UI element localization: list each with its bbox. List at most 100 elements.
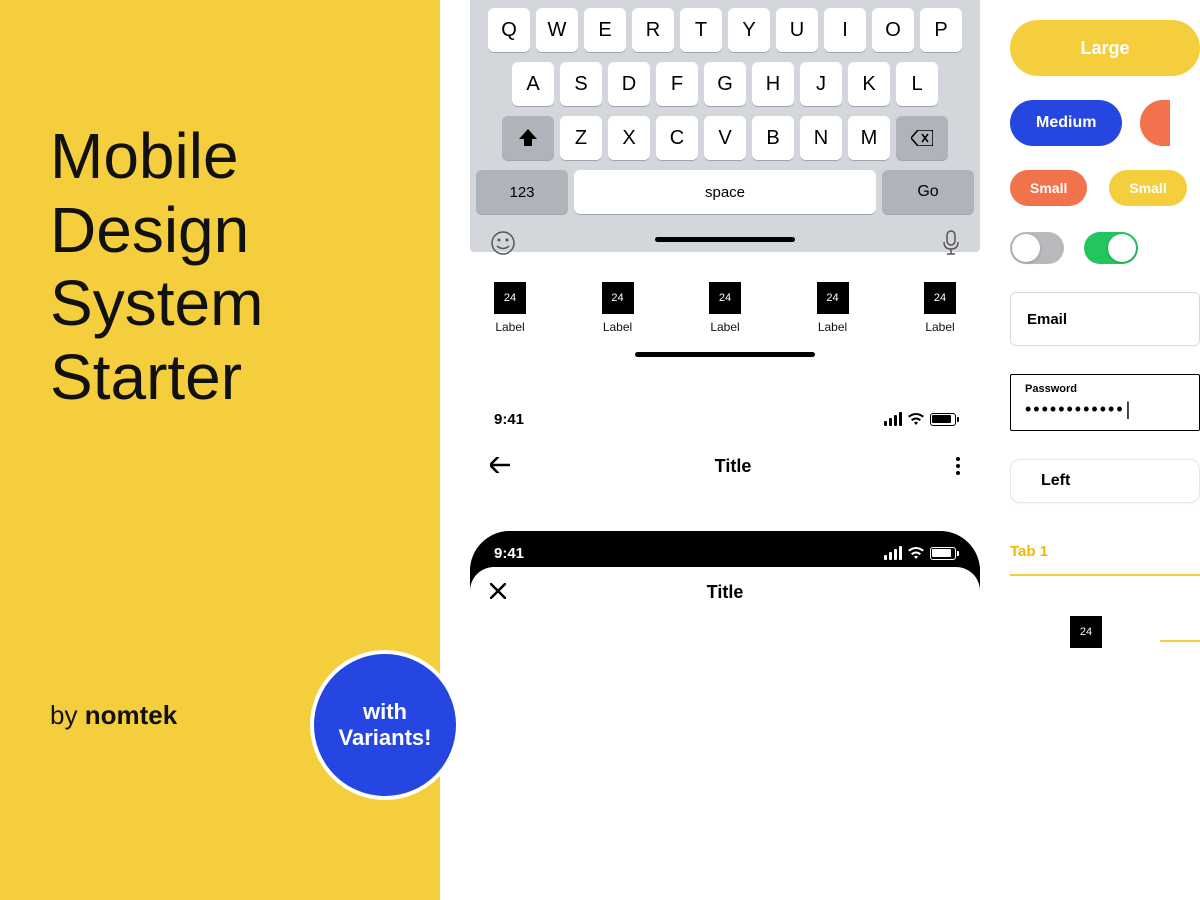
email-field[interactable]: Email <box>1010 292 1200 346</box>
key-e[interactable]: E <box>584 8 626 52</box>
toggle-on[interactable] <box>1084 232 1138 264</box>
tab-active[interactable]: Tab 1 <box>1010 543 1048 568</box>
tab-icon-placeholder: 24 <box>924 282 956 314</box>
input-placeholder: Email <box>1027 311 1067 328</box>
keyboard-row: Z X C V B N M <box>476 116 974 160</box>
home-indicator[interactable] <box>635 352 815 357</box>
home-indicator[interactable] <box>655 237 795 242</box>
status-time: 9:41 <box>494 545 524 562</box>
tab-underline <box>1010 574 1200 576</box>
key-z[interactable]: Z <box>560 116 602 160</box>
tabs: Tab 1 <box>1010 543 1200 568</box>
nav-bar-light: Title <box>470 441 980 491</box>
small-button[interactable]: Small <box>1010 170 1087 206</box>
cellular-icon <box>884 412 902 426</box>
key-b[interactable]: B <box>752 116 794 160</box>
accent-line <box>1160 640 1200 642</box>
components-column: Q W E R T Y U I O P A S D F G H J K L Z <box>470 0 980 617</box>
key-go[interactable]: Go <box>882 170 974 214</box>
key-shift[interactable] <box>502 116 554 160</box>
nav-title: Title <box>707 582 744 603</box>
tab-item[interactable]: 24Label <box>494 282 526 334</box>
key-a[interactable]: A <box>512 62 554 106</box>
tab-icon-placeholder: 24 <box>602 282 634 314</box>
shift-icon <box>518 129 538 147</box>
key-o[interactable]: O <box>872 8 914 52</box>
key-h[interactable]: H <box>752 62 794 106</box>
tab-bar: 24Label 24Label 24Label 24Label 24Label <box>470 252 980 334</box>
key-123[interactable]: 123 <box>476 170 568 214</box>
input-value: •••••••••••• <box>1025 399 1185 420</box>
key-x[interactable]: X <box>608 116 650 160</box>
heading-line: System <box>50 267 263 341</box>
status-bar-light: 9:41 <box>470 397 980 441</box>
battery-icon <box>930 413 956 426</box>
key-j[interactable]: J <box>800 62 842 106</box>
tab-icon-placeholder: 24 <box>817 282 849 314</box>
password-field[interactable]: Password •••••••••••• <box>1010 374 1200 431</box>
key-c[interactable]: C <box>656 116 698 160</box>
key-space[interactable]: space <box>574 170 876 214</box>
brand-name: nomtek <box>85 700 177 730</box>
mic-icon[interactable] <box>942 230 960 263</box>
tab-item[interactable]: 24 Label <box>709 282 741 334</box>
small-button-alt[interactable]: Small <box>1109 170 1186 206</box>
key-i[interactable]: I <box>824 8 866 52</box>
key-n[interactable]: N <box>800 116 842 160</box>
segmented-control[interactable]: Left <box>1010 459 1200 503</box>
key-d[interactable]: D <box>608 62 650 106</box>
medium-button[interactable]: Medium <box>1010 100 1122 146</box>
tab-item[interactable]: 24Label <box>817 282 849 334</box>
key-backspace[interactable] <box>896 116 948 160</box>
key-t[interactable]: T <box>680 8 722 52</box>
icon-placeholder: 24 <box>1070 616 1102 648</box>
medium-button-alt[interactable] <box>1140 100 1170 146</box>
tab-icon-placeholder: 24 <box>494 282 526 314</box>
input-label: Password <box>1025 383 1185 395</box>
nav-dark-wrapper: 9:41 Title <box>470 531 980 617</box>
key-y[interactable]: Y <box>728 8 770 52</box>
status-icons <box>884 546 956 560</box>
tab-item[interactable]: 24Label <box>602 282 634 334</box>
toggle-knob <box>1012 234 1040 262</box>
tab-item[interactable]: 24Label <box>924 282 956 334</box>
badge-line: with <box>339 699 432 725</box>
heading-line: Design <box>50 194 263 268</box>
key-k[interactable]: K <box>848 62 890 106</box>
tab-icon-placeholder: 24 <box>709 282 741 314</box>
emoji-icon[interactable] <box>490 230 516 263</box>
large-button[interactable]: Large <box>1010 20 1200 76</box>
close-icon[interactable] <box>490 579 506 605</box>
backspace-icon <box>911 130 933 146</box>
key-v[interactable]: V <box>704 116 746 160</box>
cellular-icon <box>884 546 902 560</box>
nav-title: Title <box>715 456 752 477</box>
wifi-icon <box>908 547 924 559</box>
key-q[interactable]: Q <box>488 8 530 52</box>
key-f[interactable]: F <box>656 62 698 106</box>
controls-column: Large Medium Small Small Email Password … <box>1010 20 1200 648</box>
badge-line: Variants! <box>339 725 432 751</box>
key-u[interactable]: U <box>776 8 818 52</box>
toggle-knob <box>1108 234 1136 262</box>
keyboard-row: Q W E R T Y U I O P <box>476 8 974 52</box>
ios-keyboard[interactable]: Q W E R T Y U I O P A S D F G H J K L Z <box>470 0 980 252</box>
key-r[interactable]: R <box>632 8 674 52</box>
key-w[interactable]: W <box>536 8 578 52</box>
wifi-icon <box>908 413 924 425</box>
back-icon[interactable] <box>490 453 510 479</box>
nav-bar-sheet: Title <box>470 567 980 617</box>
hero-heading: Mobile Design System Starter <box>50 120 263 414</box>
keyboard-row: A S D F G H J K L <box>476 62 974 106</box>
more-icon[interactable] <box>956 457 960 475</box>
key-g[interactable]: G <box>704 62 746 106</box>
status-icons <box>884 412 956 426</box>
heading-line: Mobile <box>50 120 263 194</box>
toggle-off[interactable] <box>1010 232 1064 264</box>
key-p[interactable]: P <box>920 8 962 52</box>
key-s[interactable]: S <box>560 62 602 106</box>
tab-label: Label <box>709 320 741 334</box>
key-m[interactable]: M <box>848 116 890 160</box>
key-l[interactable]: L <box>896 62 938 106</box>
segment-label: Left <box>1041 472 1070 490</box>
